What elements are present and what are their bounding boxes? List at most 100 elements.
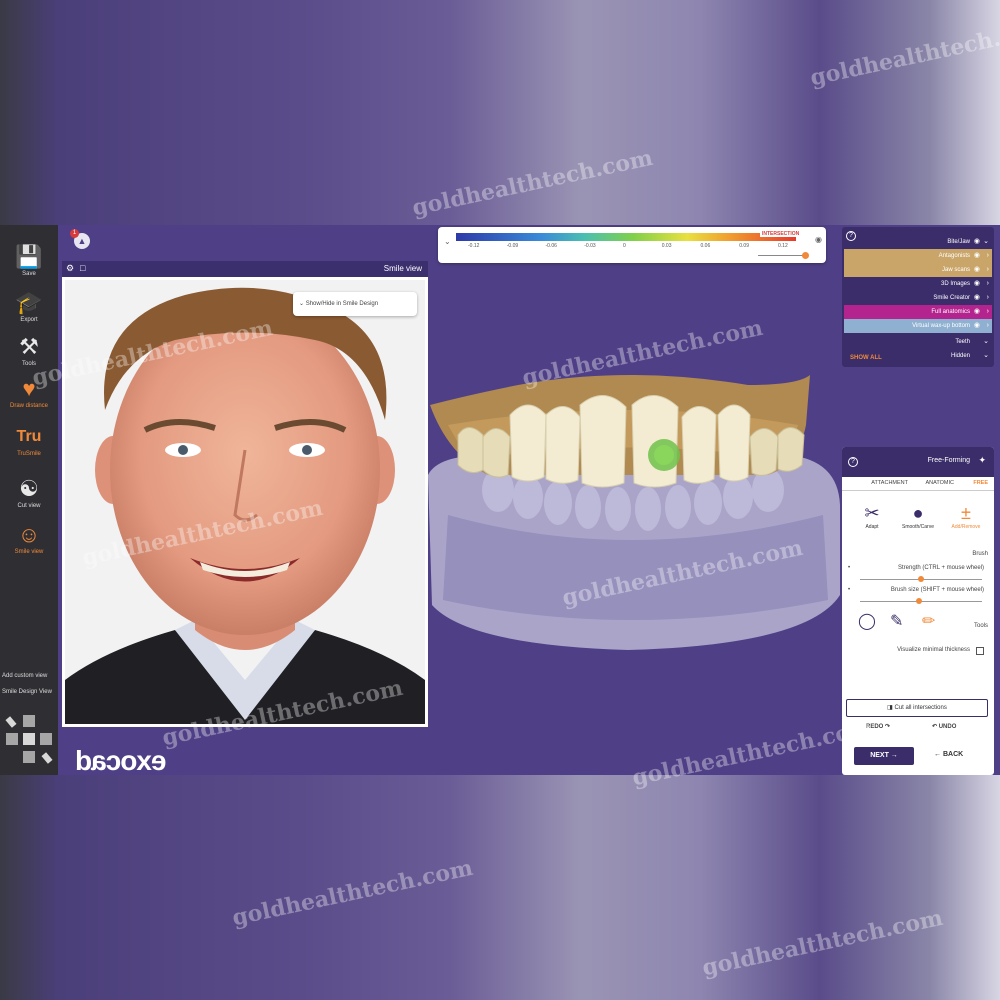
chevron-down-icon[interactable]: ⌄ (444, 237, 451, 246)
eye-icon[interactable]: ◉ (974, 235, 980, 249)
tab-anatomic[interactable]: ANATOMIC (925, 480, 954, 486)
drop-icon: ● (912, 503, 924, 523)
eye-icon[interactable]: ◉ (815, 235, 822, 244)
object-label: Teeth (955, 339, 970, 345)
smile-view-header: ⚙ □ Smile view (62, 261, 428, 277)
exocad-logo: exocad (76, 745, 167, 775)
scale-tick-label: 0.03 (661, 243, 672, 249)
patient-photo: ⌄ Show/Hide in Smile Design (62, 277, 428, 727)
object-label: 3D Images (940, 281, 970, 287)
scale-tick-label: -0.12 (468, 243, 480, 249)
save-button[interactable]: 💾 Save (0, 245, 58, 278)
gear-icon[interactable]: ⚙ (66, 263, 74, 274)
tab-free[interactable]: FREE (973, 480, 988, 486)
cylinder-icon[interactable]: ◯ (858, 611, 876, 631)
distance-color-scale: INTERSECTION -0.12 -0.09 -0.06 -0.03 0 0.03 0.… (438, 227, 826, 263)
adapt-button[interactable]: ✂ Adapt (852, 503, 892, 530)
eye-icon[interactable]: ◉ (974, 319, 980, 333)
scale-tick-label: -0.06 (545, 243, 557, 249)
chevron-icon[interactable]: ⌄ (983, 335, 989, 349)
help-icon[interactable]: ? (848, 457, 858, 467)
scissors-icon: ✂ (864, 503, 880, 523)
visualize-thickness-checkbox[interactable] (976, 647, 984, 655)
object-label: Antagonists (938, 253, 970, 259)
object-row[interactable]: Antagonists ◉ › (844, 249, 992, 263)
brush-size-label: Brush size (SHIFT + mouse wheel) (890, 587, 984, 593)
chevron-icon[interactable]: ⌄ (983, 349, 989, 363)
chevron-icon[interactable]: › (987, 305, 989, 319)
show-hide-dropdown[interactable]: ⌄ Show/Hide in Smile Design (293, 292, 417, 316)
object-row[interactable]: Full anatomics ◉ › (844, 305, 992, 319)
tools-button[interactable]: ⚒ Tools (0, 334, 58, 368)
object-label: Full anatomics (931, 309, 970, 315)
tooth-icon: ♥ (22, 376, 36, 401)
object-label: Jaw scans (941, 267, 970, 273)
tools-label: Tools (973, 623, 988, 629)
dots: • (848, 565, 851, 571)
chevron-icon[interactable]: ⌄ (983, 235, 989, 249)
knife-icon[interactable]: ✎ (890, 611, 903, 631)
scale-tick-label: 0.06 (700, 243, 711, 249)
object-row[interactable]: Jaw scans ◉ › (844, 263, 992, 277)
scale-tick-label: -0.09 (506, 243, 519, 249)
sculpt-brush-icon[interactable]: ✏ (922, 611, 935, 631)
plus-minus-icon: ± (961, 503, 971, 523)
back-button[interactable]: ← BACK (934, 751, 963, 758)
eye-icon[interactable]: ◉ (974, 249, 980, 263)
object-label: Virtual wax-up bottom (912, 323, 970, 329)
strength-label: Strength (CTRL + mouse wheel) (898, 565, 984, 571)
cut-view-button[interactable]: ☯ Cut view (0, 476, 58, 510)
object-row[interactable]: Virtual wax-up bottom ◉ › (844, 319, 992, 333)
export-button[interactable]: 🎓 Export (0, 290, 58, 324)
smile-view-button[interactable]: ☺ Smile view (0, 523, 58, 556)
left-toolbar: 💾 Save 🎓 Export ⚒ Tools ♥ Draw distance … (0, 225, 58, 775)
object-row[interactable]: 3D Images ◉ › (844, 277, 992, 291)
smile-design-view-button[interactable]: Smile Design View (2, 689, 58, 695)
color-gradient-bar (456, 233, 796, 241)
visualize-thickness-label: Visualize minimal thickness (897, 647, 970, 653)
background-top (0, 0, 1000, 225)
smile-view-title: Smile view (383, 264, 422, 273)
eye-icon[interactable]: ◉ (974, 305, 980, 319)
brush-label: Brush (972, 551, 988, 557)
object-row[interactable]: Teeth ⌄ (844, 335, 992, 349)
object-row[interactable]: Bite/Jaw ◉ ⌄ (844, 235, 992, 249)
patient-face-image (65, 280, 425, 724)
show-all-button[interactable]: SHOW ALL (850, 355, 882, 361)
chevron-icon[interactable]: › (987, 291, 989, 305)
eye-icon[interactable]: ◉ (974, 277, 980, 291)
undo-button[interactable]: ↶ UNDO (932, 723, 956, 730)
3d-jaw-viewport[interactable] (428, 365, 840, 655)
scale-slider-track[interactable] (758, 255, 808, 256)
intersection-label: INTERSECTION (760, 231, 802, 237)
eye-icon[interactable]: ◉ (974, 263, 980, 277)
window-icon[interactable]: □ (80, 263, 85, 273)
wrench-icon: ⚒ (19, 334, 39, 359)
scale-tick-label: 0.12 (778, 243, 788, 249)
chevron-icon[interactable]: › (987, 277, 989, 291)
scale-slider-knob[interactable] (802, 252, 809, 259)
strength-slider-knob[interactable] (918, 576, 924, 582)
cut-intersections-button[interactable]: ◨ Cut all intersections (846, 699, 988, 717)
draw-distance-button[interactable]: ♥ Draw distance (0, 376, 58, 410)
graduation-cap-icon: 🎓 (15, 290, 43, 315)
trusmile-icon: Tru (16, 428, 42, 445)
objects-panel: ? Bite/Jaw ◉ ⌄ Antagonists ◉ › Jaw scans ◉ › 3D I… (842, 227, 994, 367)
eye-icon[interactable]: ◉ (974, 291, 980, 305)
object-row[interactable]: Smile Creator ◉ › (844, 291, 992, 305)
brush-size-slider-knob[interactable] (915, 598, 922, 604)
free-forming-header: ? Free-Forming ✦ (842, 447, 994, 477)
tab-attachment[interactable]: ATTACHMENT (871, 480, 908, 486)
redo-button[interactable]: REDO ↷ (866, 723, 890, 730)
add-remove-button[interactable]: ± Add/Remove (946, 503, 986, 530)
chevron-icon[interactable]: › (987, 249, 989, 263)
trusmile-button[interactable]: Tru TruSmile (0, 425, 58, 457)
chevron-icon[interactable]: › (987, 263, 989, 277)
add-custom-view-button[interactable]: Add custom view (2, 673, 58, 679)
jaw-icon: ☯ (19, 476, 39, 501)
exocad-logo-icon (5, 713, 53, 769)
smooth-carve-button[interactable]: ● Smooth/Carve (898, 503, 938, 530)
chevron-icon[interactable]: › (987, 319, 989, 333)
next-button[interactable]: NEXT → (854, 747, 914, 765)
object-label: Smile Creator (933, 295, 970, 301)
